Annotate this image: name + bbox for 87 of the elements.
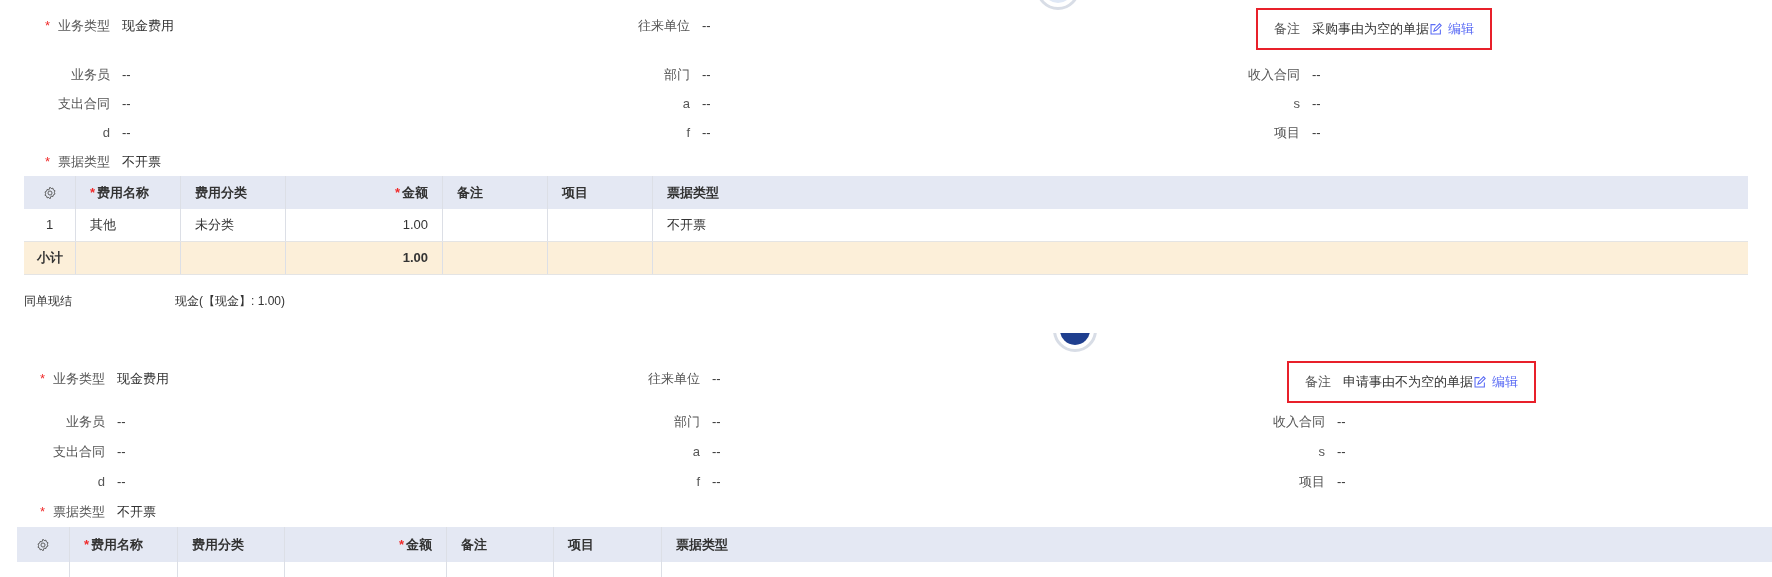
field-value: -- — [702, 123, 711, 142]
field-value: -- — [712, 473, 721, 492]
field-value: -- — [122, 94, 131, 113]
field-label: 支出合同 — [53, 443, 105, 462]
field-label: 票据类型 — [58, 152, 110, 171]
field-value: -- — [1337, 413, 1346, 432]
field-label: 项目 — [1274, 123, 1300, 142]
field-label: s — [1293, 94, 1300, 113]
field-label: f — [686, 123, 690, 142]
field-value: -- — [1337, 443, 1346, 462]
field-label: 收入合同 — [1273, 413, 1325, 432]
required-mark: * — [39, 503, 45, 522]
required-mark: * — [84, 535, 90, 554]
field-label: 支出合同 — [58, 94, 110, 113]
column-header: 费用名称 — [97, 183, 150, 202]
field-value: -- — [1312, 123, 1321, 142]
column-header: 费用分类 — [195, 183, 247, 202]
field-value: -- — [1312, 65, 1321, 84]
table-cell: 其他 — [76, 209, 181, 241]
field-label: 收入合同 — [1248, 65, 1300, 84]
field-value: -- — [702, 94, 711, 113]
column-header: 票据类型 — [667, 183, 719, 202]
field-value: 现金费用 — [122, 17, 174, 35]
required-mark: * — [90, 183, 96, 202]
field-value: 现金费用 — [117, 370, 169, 388]
field-label: 备注 — [1305, 373, 1331, 392]
required-mark: * — [44, 17, 50, 35]
column-header: 费用名称 — [91, 535, 144, 554]
table-cell-text: 小计 — [36, 249, 63, 268]
field-value: -- — [702, 17, 711, 35]
field-label: 业务员 — [71, 65, 110, 84]
field-value: -- — [702, 65, 711, 84]
table-cell-text: 1.00 — [402, 249, 428, 268]
field-label: 票据类型 — [53, 503, 105, 522]
column-header: 金额 — [402, 183, 428, 202]
field-value: -- — [1312, 94, 1321, 113]
required-mark: * — [39, 370, 45, 388]
field-label: 部门 — [674, 413, 700, 432]
column-header: 费用分类 — [192, 535, 244, 554]
column-header: 备注 — [457, 183, 483, 202]
required-mark: * — [394, 183, 400, 202]
field-value: 不开票 — [117, 503, 156, 522]
field-value: -- — [117, 473, 126, 492]
field-value: -- — [117, 413, 126, 432]
column-header: 备注 — [461, 535, 487, 554]
required-mark: * — [44, 152, 50, 171]
settings-icon[interactable] — [42, 185, 57, 200]
field-label: a — [682, 94, 690, 113]
edit-icon[interactable] — [1473, 375, 1486, 389]
column-header: 票据类型 — [676, 535, 728, 554]
table-cell: 1.00 — [286, 209, 443, 241]
field-value: -- — [122, 123, 131, 142]
field-value: -- — [712, 370, 721, 388]
field-value: 不开票 — [122, 152, 161, 171]
table-cell-text: 不开票 — [666, 216, 707, 235]
field-label: a — [692, 443, 700, 462]
required-mark: * — [398, 535, 404, 554]
field-value: -- — [712, 443, 721, 462]
field-label: s — [1318, 443, 1325, 462]
field-label: 备注 — [1274, 20, 1300, 39]
settings-icon[interactable] — [36, 537, 50, 552]
field-value: -- — [122, 65, 131, 84]
table-cell: 未分类 — [181, 209, 286, 241]
field-label: 往来单位 — [648, 370, 700, 388]
field-label: 项目 — [1299, 473, 1325, 492]
field-label: 部门 — [664, 65, 690, 84]
edit-icon[interactable] — [1429, 22, 1442, 36]
field-value: 申请事由不为空的单据 — [1343, 373, 1473, 392]
field-label: 业务类型 — [58, 17, 110, 35]
field-value: -- — [1337, 473, 1346, 492]
settlement-label: 同单现结 — [24, 293, 73, 310]
field-label: d — [102, 123, 110, 142]
field-label: 业务员 — [66, 413, 105, 432]
field-label: d — [97, 473, 105, 492]
column-header: 项目 — [568, 535, 594, 554]
column-header: 金额 — [406, 535, 432, 554]
column-header: 项目 — [562, 183, 588, 202]
field-value: -- — [117, 443, 126, 462]
field-value: -- — [712, 413, 721, 432]
edit-link[interactable]: 编辑 — [1448, 19, 1474, 39]
field-label: f — [696, 473, 700, 492]
field-value: 采购事由为空的单据 — [1312, 20, 1429, 39]
table-cell: 1 — [24, 209, 76, 241]
edit-link[interactable]: 编辑 — [1492, 372, 1518, 392]
field-label: 业务类型 — [53, 370, 105, 388]
field-label: 往来单位 — [638, 17, 690, 35]
settlement-value: 现金(【现金】: 1.00) — [175, 293, 285, 310]
